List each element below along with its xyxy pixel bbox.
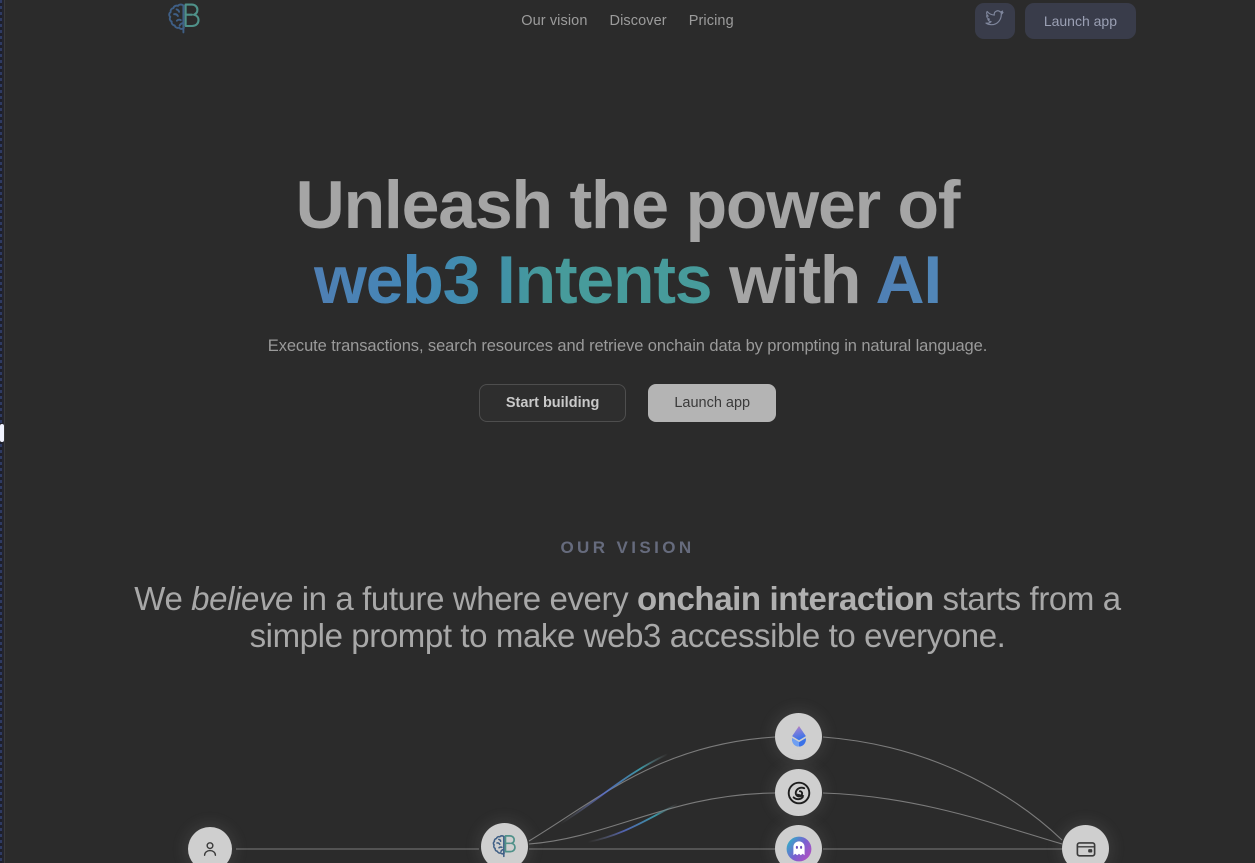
vision-text-2: in a future where every (292, 580, 637, 617)
node-brain[interactable] (481, 823, 528, 863)
vision-text-italic: believe (191, 580, 293, 617)
twitter-bird-icon (985, 10, 1004, 32)
swirl-icon (787, 781, 811, 805)
vision-text-bold: onchain interaction (636, 580, 934, 617)
intent-flow-diagram (0, 690, 1255, 863)
landing-page: Our vision Discover Pricing Launch app U… (0, 0, 1255, 863)
node-user[interactable] (188, 827, 232, 863)
vertical-scrollbar-thumb[interactable] (0, 424, 4, 442)
site-header: Our vision Discover Pricing Launch app (0, 0, 1255, 42)
hero-heading-ai: AI (875, 242, 942, 319)
wallet-icon (1075, 838, 1097, 860)
vision-text-1: We (134, 580, 192, 617)
lido-droplet-icon (788, 725, 810, 749)
user-icon (200, 839, 220, 859)
hero-section: Unleash the power of web3 Intents with A… (0, 167, 1255, 422)
launch-app-button-header[interactable]: Launch app (1024, 3, 1136, 39)
launch-app-button-hero[interactable]: Launch app (648, 383, 777, 422)
hero-heading-line1: Unleash the power of (295, 167, 961, 243)
nav-discover[interactable]: Discover (610, 13, 667, 29)
node-protocol-lido[interactable] (775, 713, 822, 760)
node-protocol-swirl[interactable] (775, 769, 822, 816)
twitter-link-button[interactable] (974, 3, 1015, 39)
hero-subtitle: Execute transactions, search resources a… (267, 336, 988, 355)
hero-heading-with: with (711, 242, 876, 319)
brain-b-logo-icon (491, 833, 519, 860)
vision-section: OUR VISION We believe in a future where … (0, 538, 1255, 655)
nav-our-vision[interactable]: Our vision (521, 13, 587, 29)
nav-pricing[interactable]: Pricing (689, 13, 734, 29)
hero-heading-web3-intents: web3 Intents (313, 242, 713, 319)
header-actions: Launch app (974, 3, 1136, 39)
start-building-button[interactable]: Start building (478, 383, 627, 422)
vision-statement: We believe in a future where every oncha… (0, 580, 1255, 655)
ghost-icon (786, 836, 812, 862)
hero-heading-line2: web3 Intents with AI (0, 245, 1255, 316)
vision-eyebrow-label: OUR VISION (560, 538, 695, 557)
hero-cta-group: Start building Launch app (0, 383, 1255, 422)
window-left-edge (0, 0, 5, 863)
